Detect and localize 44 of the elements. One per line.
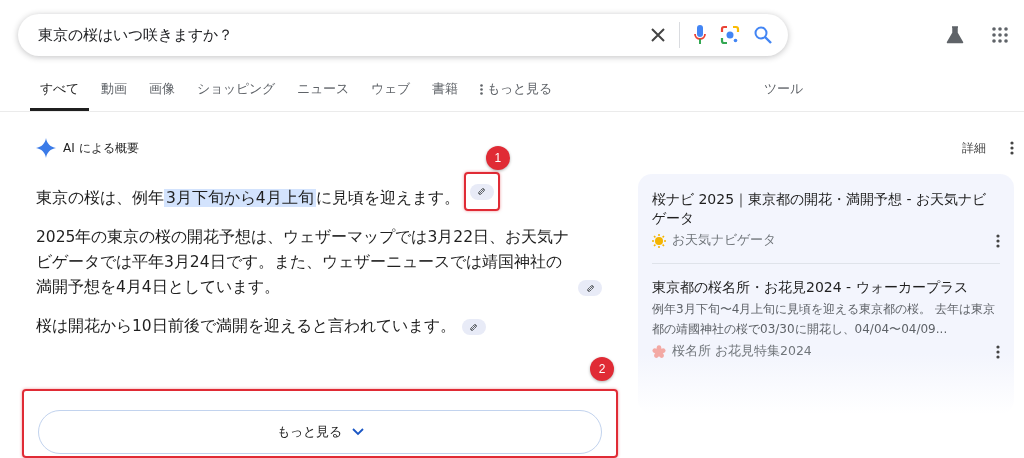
search-tab[interactable]: ニュース — [287, 80, 359, 111]
chevron-down-icon — [351, 428, 364, 436]
sun-icon — [652, 233, 666, 248]
overview-heading: AI による概要 — [63, 139, 139, 157]
result-title[interactable]: 桜ナビ 2025｜東京都の開花・満開予想 - お天気ナビゲータ — [652, 190, 1000, 228]
search-icon[interactable] — [754, 26, 772, 44]
close-icon[interactable] — [651, 28, 665, 42]
annotation-number: 2 — [590, 357, 614, 381]
blossom-icon — [652, 344, 666, 359]
search-tab[interactable]: ウェブ — [361, 80, 420, 111]
search-tab[interactable]: 動画 — [91, 80, 137, 111]
search-tab[interactable]: ショッピング — [187, 80, 285, 111]
link-chip[interactable] — [578, 280, 602, 296]
camera-lens-icon[interactable] — [720, 25, 740, 45]
more-options-icon[interactable] — [1010, 141, 1014, 155]
search-tab[interactable]: すべて — [30, 80, 89, 111]
search-tab[interactable]: 書籍 — [422, 80, 468, 111]
link-chip[interactable] — [469, 183, 494, 200]
overview-paragraph: 2025年の東京の桜の開花予想は、ウェザーマップでは3月22日、お天気ナビゲータでは平年3月24日です。また、ウェザーニュースでは靖国神社の満開予想を4月4日としています。 — [36, 227, 571, 298]
link-icon — [585, 283, 595, 293]
link-icon — [477, 187, 487, 196]
show-more-button[interactable]: もっと見る — [38, 410, 602, 454]
annotation-number: 1 — [485, 146, 510, 170]
search-tab[interactable]: 画像 — [139, 80, 185, 111]
link-icon — [469, 322, 479, 332]
more-options-icon[interactable] — [996, 344, 1000, 359]
details-link[interactable]: 詳細 — [962, 139, 986, 157]
more-options-icon[interactable] — [996, 233, 1000, 248]
result-source: 桜名所 お花見特集2024 — [672, 343, 813, 360]
more-vertical-icon — [480, 83, 483, 95]
apps-grid-icon[interactable] — [992, 27, 1008, 43]
result-title[interactable]: 東京都の桜名所・お花見2024 - ウォーカープラス — [652, 278, 1000, 297]
microphone-icon[interactable] — [694, 25, 706, 45]
result-source: お天気ナビゲータ — [672, 232, 777, 249]
search-field[interactable]: 東京の桜はいつ咲きますか？ — [18, 14, 788, 56]
search-query: 東京の桜はいつ咲きますか？ — [38, 25, 234, 45]
link-chip[interactable] — [461, 319, 486, 335]
result-snippet: 例年3月下旬〜4月上旬に見頃を迎える東京都の桜。 去年は東京都の靖國神社の桜で03/30に開花し、04/04〜04/09... — [652, 301, 997, 338]
sparkle-icon — [36, 138, 56, 158]
overview-paragraph: 東京の桜は、例年3月下旬から4月上旬 に見頃を迎えます。 — [36, 188, 460, 209]
tools-link[interactable]: ツール — [764, 80, 803, 111]
flask-icon[interactable] — [946, 26, 964, 44]
search-tab[interactable]: もっと見る — [470, 80, 562, 111]
overview-paragraph: 桜は開花から10日前後で満開を迎えると言われています。 — [36, 316, 456, 337]
